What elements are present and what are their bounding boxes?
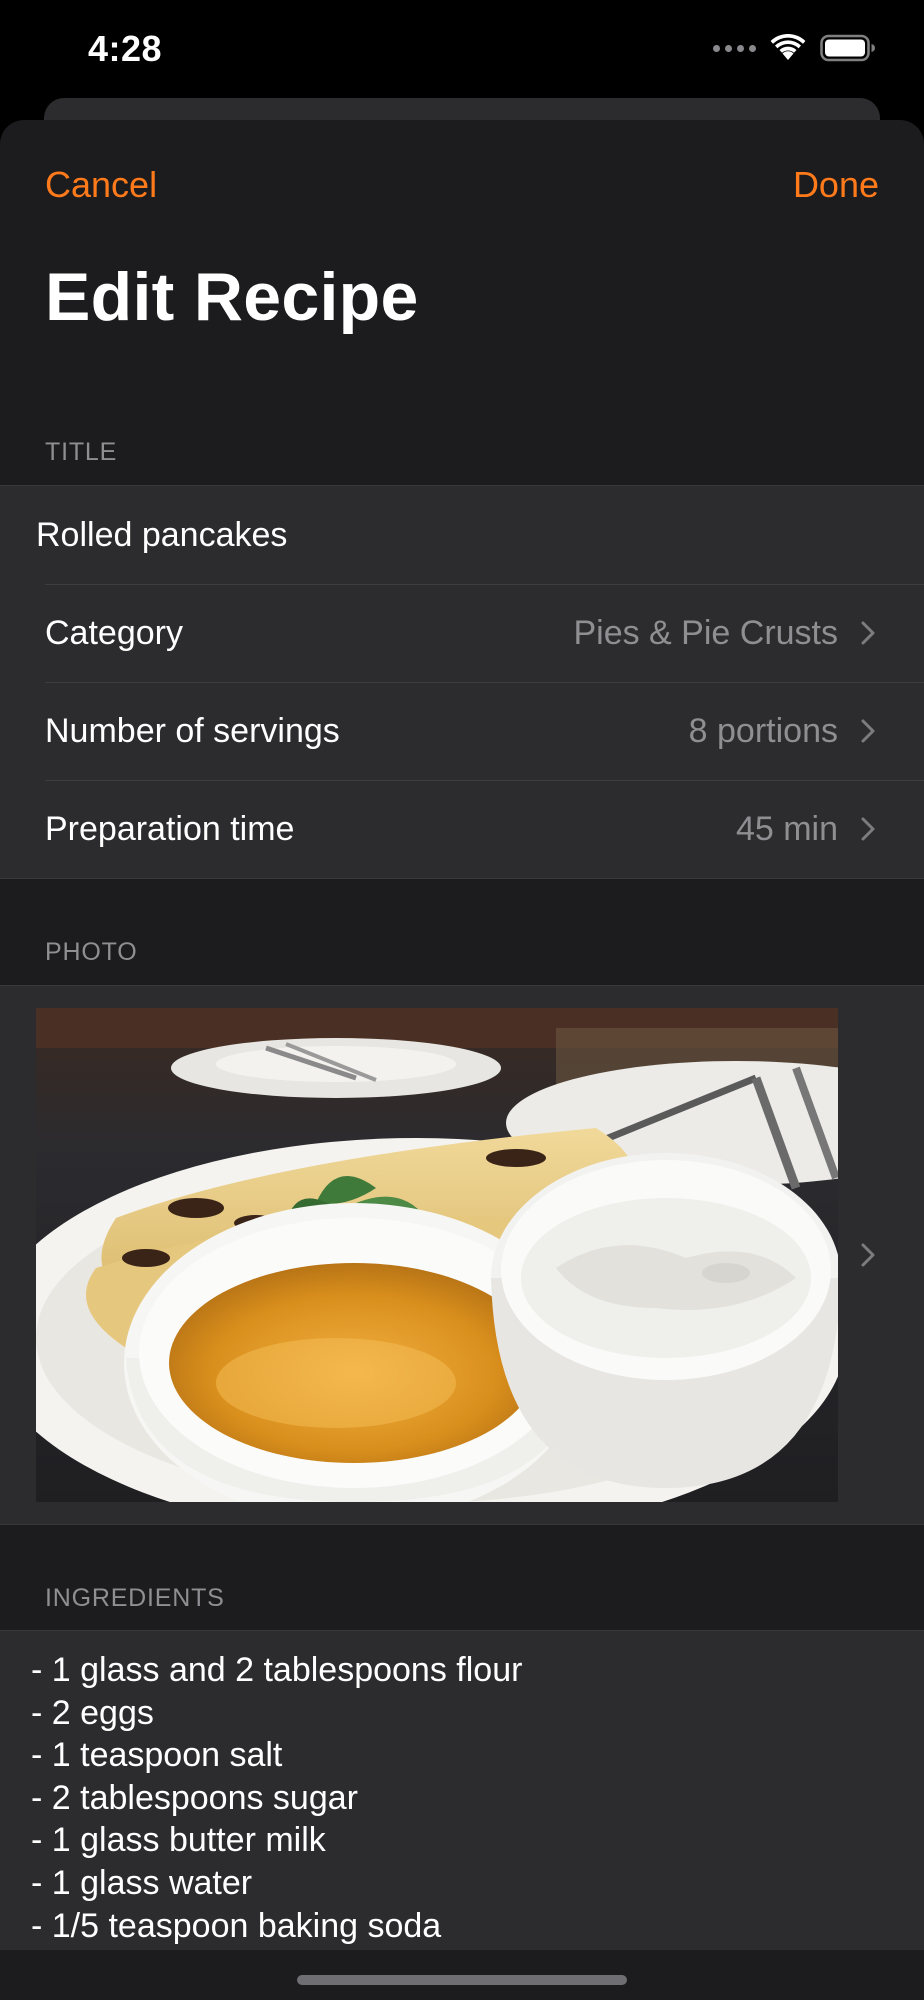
category-row[interactable]: Category Pies & Pie Crusts [0,584,924,682]
chevron-right-icon [857,716,879,746]
ingredient-line: - 2 tablespoons sugar [31,1778,358,1817]
status-time: 4:28 [88,28,163,69]
battery-icon [820,34,875,62]
status-icons [713,34,876,62]
ingredient-line: - 1 glass butter milk [31,1821,326,1860]
page-title: Edit Recipe [45,259,419,335]
recipe-photo [36,1008,838,1502]
section-header-title: TITLE [45,438,118,466]
status-bar: 4:28 [0,0,924,100]
photo-row[interactable] [0,985,924,1525]
cellular-dots-icon [713,44,756,52]
title-input-row[interactable]: Rolled pancakes [0,486,924,584]
prep-time-row[interactable]: Preparation time 45 min [0,780,924,878]
chevron-right-icon [857,814,879,844]
ingredient-line: - 1 glass water [31,1863,253,1902]
chevron-right-icon [857,1240,879,1270]
category-value: Pies & Pie Crusts [573,613,838,652]
servings-label: Number of servings [45,711,340,750]
recipe-details-group: Rolled pancakes Category Pies & Pie Crus… [0,485,924,879]
prep-time-value: 45 min [735,809,838,848]
ingredient-line: - 1 glass and 2 tablespoons flour [31,1651,523,1689]
ingredients-textarea[interactable]: - 1 glass and 2 tablespoons flour - 2 eg… [0,1630,924,2000]
wifi-icon [770,34,806,60]
servings-row[interactable]: Number of servings 8 portions [0,682,924,780]
done-button[interactable]: Done [793,164,879,206]
edit-recipe-sheet: Cancel Done Edit Recipe TITLE Rolled pan… [0,120,924,2000]
ingredient-line: - 1 teaspoon salt [31,1736,283,1775]
home-indicator[interactable] [297,1975,627,1985]
section-header-ingredients: INGREDIENTS [45,1584,225,1612]
cancel-button[interactable]: Cancel [45,164,157,206]
ingredient-line: - 1/5 teaspoon baking soda [31,1906,442,1945]
ingredients-list: - 1 glass and 2 tablespoons flour - 2 eg… [0,1631,924,1947]
title-input[interactable]: Rolled pancakes [36,516,287,555]
category-label: Category [45,613,183,652]
section-header-photo: PHOTO [45,938,138,966]
ingredient-line: - 2 eggs [31,1693,154,1732]
servings-value: 8 portions [688,711,838,750]
prep-time-label: Preparation time [45,809,295,848]
chevron-right-icon [857,618,879,648]
